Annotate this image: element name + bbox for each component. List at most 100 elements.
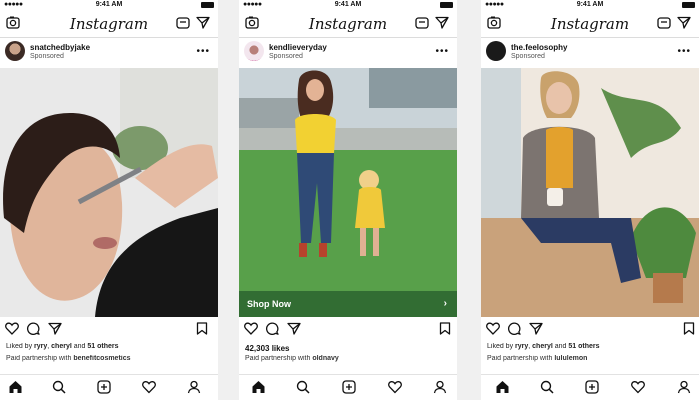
activity-heart-icon[interactable] (142, 380, 156, 394)
igtv-icon[interactable] (657, 16, 671, 29)
bottom-nav (481, 374, 699, 400)
search-icon[interactable] (296, 380, 310, 394)
status-bar: ●●●●● 9:41 AM (481, 0, 699, 10)
paid-prefix: Paid partnership with (487, 355, 555, 362)
sponsored-label: Sponsored (30, 53, 64, 60)
liked-user[interactable]: cheryl (51, 343, 72, 350)
comment-icon[interactable] (507, 322, 521, 335)
post-photo (0, 68, 218, 317)
profile-icon[interactable] (187, 380, 201, 394)
activity-heart-icon[interactable] (631, 380, 645, 394)
comment-icon[interactable] (26, 322, 40, 335)
partner-name[interactable]: lululemon (554, 355, 587, 362)
profile-icon[interactable] (433, 380, 447, 394)
paid-partnership-line: Paid partnership with lululemon (487, 355, 695, 362)
status-time: 9:41 AM (576, 1, 604, 8)
home-icon[interactable] (8, 380, 23, 394)
paid-prefix: Paid partnership with (6, 355, 74, 362)
battery-icon (682, 2, 695, 8)
sponsored-label: Sponsored (269, 53, 303, 60)
liked-by-line: Liked by ryry, cheryl and 51 others (6, 343, 214, 350)
home-icon[interactable] (251, 380, 266, 394)
liked-by-line: Liked by ryry, cheryl and 51 others (487, 343, 695, 350)
status-bar: ●●●●● 9:41 AM (0, 0, 218, 10)
sponsored-label: Sponsored (511, 53, 545, 60)
bookmark-icon[interactable] (683, 322, 695, 335)
partner-name[interactable]: benefitcosmetics (73, 355, 130, 362)
activity-heart-icon[interactable] (388, 380, 402, 394)
igtv-icon[interactable] (415, 16, 429, 29)
direct-message-icon[interactable] (677, 16, 691, 29)
partner-name[interactable]: oldnavy (312, 355, 338, 362)
add-post-icon[interactable] (342, 380, 356, 394)
liked-others[interactable]: 51 others (568, 343, 599, 350)
phone-gap (218, 0, 239, 400)
liked-user[interactable]: ryry (34, 343, 47, 350)
phone-screen-2: ●●●●● 9:41 AM Instagram kendlieveryday S… (239, 0, 457, 400)
bookmark-icon[interactable] (196, 322, 208, 335)
avatar[interactable] (5, 41, 25, 61)
post-header: kendlieveryday Sponsored ••• (239, 37, 457, 68)
comment-icon[interactable] (265, 322, 279, 335)
liked-conjunction: and (71, 343, 88, 350)
liked-others[interactable]: 51 others (87, 343, 118, 350)
heart-icon[interactable] (5, 322, 19, 335)
liked-conjunction: and (552, 343, 569, 350)
home-icon[interactable] (495, 380, 510, 394)
liked-prefix: Liked by (487, 343, 516, 350)
share-icon[interactable] (529, 322, 543, 335)
bookmark-icon[interactable] (439, 322, 451, 335)
liked-user[interactable]: ryry (515, 343, 528, 350)
post-actions (0, 317, 218, 343)
post-username[interactable]: the.feelosophy (511, 43, 567, 52)
heart-icon[interactable] (486, 322, 500, 335)
bottom-nav (239, 374, 457, 400)
liked-prefix: Liked by (6, 343, 35, 350)
paid-partnership-line: Paid partnership with benefitcosmetics (6, 355, 214, 362)
post-username[interactable]: snatchedbyjake (30, 43, 90, 52)
post-image[interactable]: Shop Now › (239, 68, 457, 317)
shop-now-bar[interactable]: Shop Now › (239, 291, 457, 317)
search-icon[interactable] (52, 380, 66, 394)
post-image[interactable] (0, 68, 218, 317)
more-options-icon[interactable]: ••• (196, 46, 210, 57)
heart-icon[interactable] (244, 322, 258, 335)
avatar[interactable] (244, 41, 264, 61)
post-photo (481, 68, 699, 317)
add-post-icon[interactable] (585, 380, 599, 394)
post-header: snatchedbyjake Sponsored ••• (0, 37, 218, 68)
post-actions (239, 317, 457, 343)
direct-message-icon[interactable] (196, 16, 210, 29)
profile-icon[interactable] (677, 380, 691, 394)
igtv-icon[interactable] (176, 16, 190, 29)
chevron-right-icon: › (443, 298, 447, 309)
instagram-header: Instagram (481, 10, 699, 38)
search-icon[interactable] (540, 380, 554, 394)
more-options-icon[interactable]: ••• (677, 46, 691, 57)
status-bar: ●●●●● 9:41 AM (239, 0, 457, 10)
bottom-nav (0, 374, 218, 400)
post-image[interactable] (481, 68, 699, 317)
phone-screen-3: ●●●●● 9:41 AM Instagram the.feelosophy S… (481, 0, 699, 400)
avatar[interactable] (486, 41, 506, 61)
likes-count[interactable]: 42,303 likes (245, 344, 289, 353)
post-header: the.feelosophy Sponsored ••• (481, 37, 699, 68)
post-username[interactable]: kendlieveryday (269, 43, 327, 52)
instagram-header: Instagram (239, 10, 457, 38)
share-icon[interactable] (48, 322, 62, 335)
instagram-header: Instagram (0, 10, 218, 38)
phone-screen-1: ●●●●● 9:41 AM Instagram snatchedbyjake S… (0, 0, 218, 400)
more-options-icon[interactable]: ••• (435, 46, 449, 57)
post-actions (481, 317, 699, 343)
paid-prefix: Paid partnership with (245, 355, 313, 362)
status-time: 9:41 AM (334, 1, 362, 8)
phone-gap (457, 0, 481, 400)
add-post-icon[interactable] (97, 380, 111, 394)
direct-message-icon[interactable] (435, 16, 449, 29)
liked-user[interactable]: cheryl (532, 343, 553, 350)
post-photo (239, 68, 457, 317)
shop-now-label[interactable]: Shop Now (247, 299, 291, 309)
battery-icon (440, 2, 453, 8)
status-time: 9:41 AM (95, 1, 123, 8)
share-icon[interactable] (287, 322, 301, 335)
